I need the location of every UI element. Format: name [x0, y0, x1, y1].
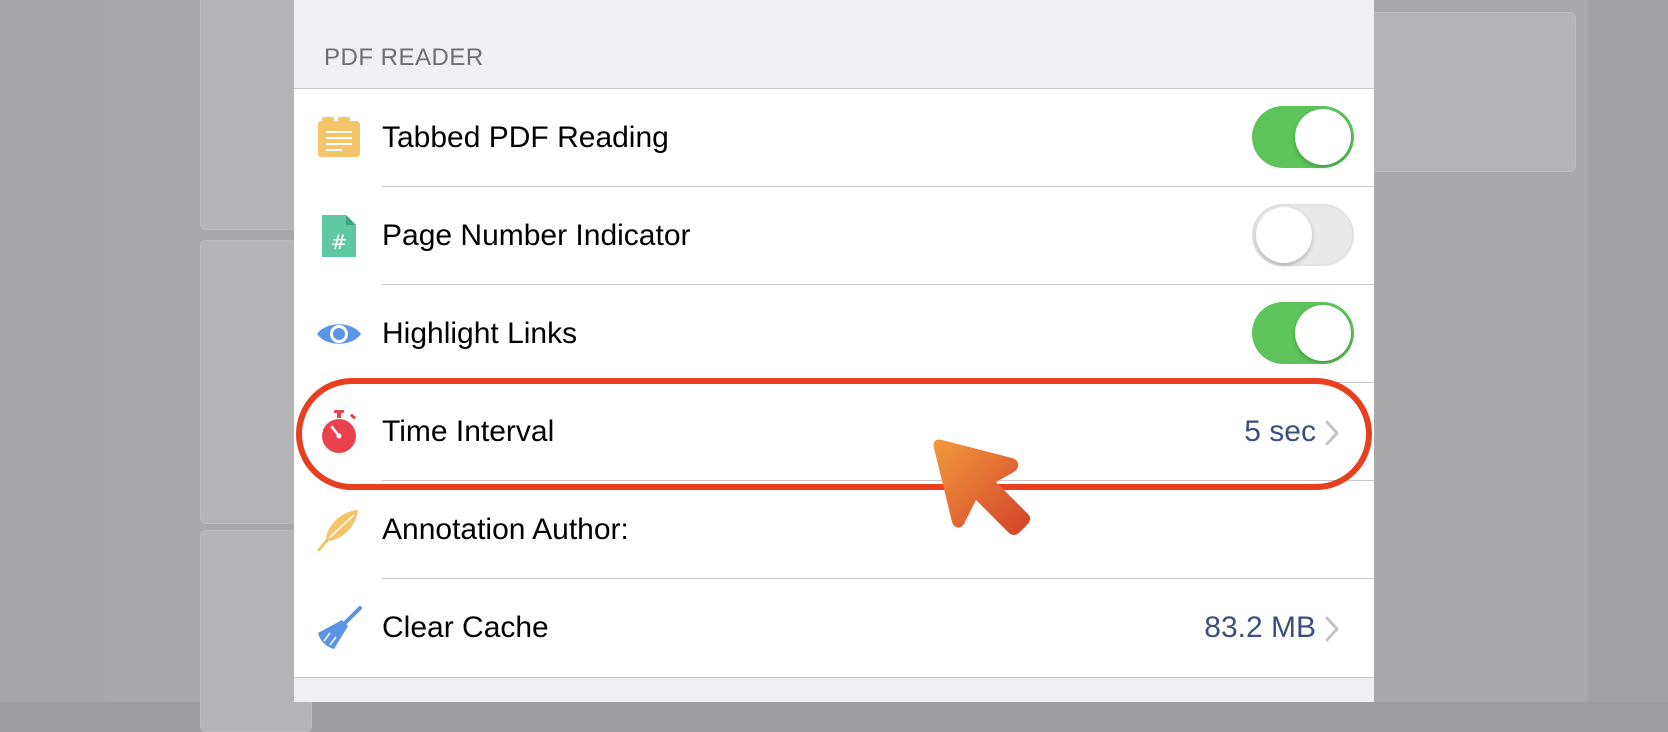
page-number-indicator-toggle[interactable] — [1252, 204, 1354, 266]
setting-label: Clear Cache — [382, 611, 549, 644]
toggle-knob — [1295, 305, 1351, 361]
setting-label: Page Number Indicator — [382, 219, 691, 252]
time-interval-value: 5 sec — [1244, 415, 1316, 448]
chevron-right-icon — [1325, 420, 1339, 446]
setting-label: Highlight Links — [382, 317, 578, 350]
setting-row-page-number-indicator: # Page Number Indicator — [294, 187, 1374, 285]
feather-quill-icon — [317, 510, 358, 552]
tabbed-pdf-reading-toggle[interactable] — [1252, 106, 1354, 168]
setting-label: Annotation Author: — [382, 513, 629, 546]
settings-panel: PDF READER Tabbed PDF Reading # Page Num… — [294, 0, 1374, 702]
background-far-right — [1588, 0, 1668, 702]
background-card — [1368, 12, 1576, 172]
eye-icon — [317, 324, 361, 344]
cache-size-value: 83.2 MB — [1204, 611, 1316, 644]
settings-group: Tabbed PDF Reading # Page Number Indicat… — [294, 88, 1374, 678]
highlight-links-toggle[interactable] — [1252, 302, 1354, 364]
chevron-right-icon — [1325, 616, 1339, 642]
setting-row-tabbed-pdf-reading: Tabbed PDF Reading — [294, 89, 1374, 187]
svg-text:#: # — [331, 230, 348, 254]
section-header: PDF READER — [324, 44, 484, 71]
setting-label: Tabbed PDF Reading — [382, 121, 669, 154]
toggle-knob — [1256, 207, 1312, 263]
background-left — [0, 0, 108, 702]
toggle-knob — [1295, 109, 1351, 165]
broom-icon — [318, 606, 362, 649]
setting-row-annotation-author[interactable]: Annotation Author: — [294, 481, 1374, 579]
document-lines-icon — [318, 117, 360, 157]
stopwatch-icon — [322, 410, 356, 453]
page-number-hash-icon: # — [322, 215, 356, 257]
setting-label: Time Interval — [382, 415, 555, 448]
setting-row-time-interval[interactable]: Time Interval 5 sec — [294, 383, 1374, 481]
setting-row-highlight-links: Highlight Links — [294, 285, 1374, 383]
setting-row-clear-cache[interactable]: Clear Cache 83.2 MB — [294, 579, 1374, 677]
